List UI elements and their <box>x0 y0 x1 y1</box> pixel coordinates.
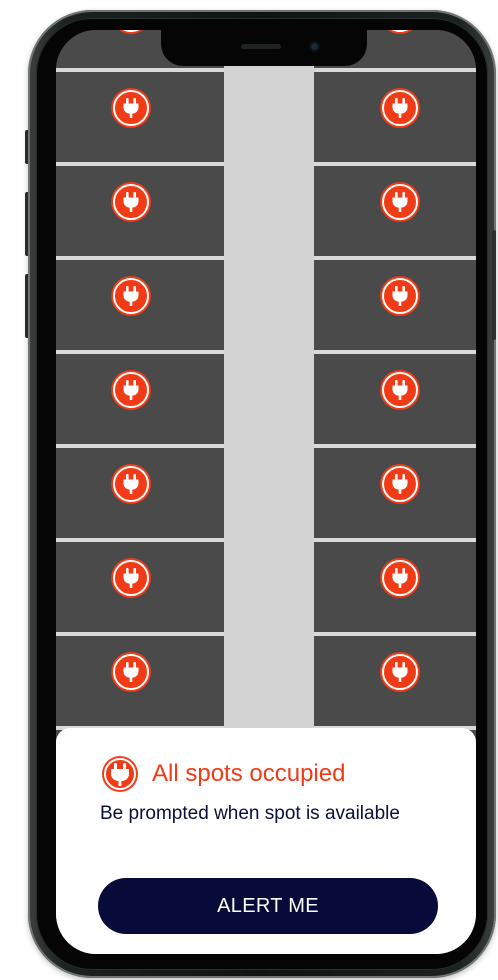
front-camera <box>309 41 320 52</box>
app-screen: All spots occupied Be prompted when spot… <box>56 30 476 954</box>
parking-lane-line <box>56 444 224 448</box>
ev-plug-icon[interactable] <box>382 466 418 502</box>
parking-lane-line <box>56 632 224 636</box>
parking-lane-line <box>314 256 476 260</box>
ev-plug-icon[interactable] <box>113 90 149 126</box>
ev-plug-icon[interactable] <box>382 30 418 32</box>
ev-plug-icon[interactable] <box>113 654 149 690</box>
alert-me-button[interactable]: ALERT ME <box>98 878 438 934</box>
parking-lane-line <box>56 256 224 260</box>
ev-plug-icon[interactable] <box>382 560 418 596</box>
ev-plug-icon <box>100 754 140 794</box>
bottom-sheet: All spots occupied Be prompted when spot… <box>56 728 476 954</box>
speaker-grille <box>241 44 281 49</box>
ev-plug-icon[interactable] <box>113 278 149 314</box>
device-mockup: All spots occupied Be prompted when spot… <box>0 0 498 980</box>
parking-lane-line <box>56 538 224 542</box>
ev-plug-icon[interactable] <box>382 90 418 126</box>
sheet-header: All spots occupied <box>100 754 345 794</box>
parking-lane-line <box>56 350 224 354</box>
ev-plug-icon[interactable] <box>382 184 418 220</box>
ev-plug-icon[interactable] <box>113 30 149 32</box>
ev-plug-icon[interactable] <box>382 654 418 690</box>
parking-lane-line <box>314 68 476 72</box>
ev-plug-icon[interactable] <box>382 278 418 314</box>
ev-plug-icon[interactable] <box>113 184 149 220</box>
parking-lane-line <box>56 162 224 166</box>
notch <box>161 30 367 66</box>
parking-lane-line <box>314 538 476 542</box>
parking-lane-line <box>314 162 476 166</box>
parking-lane-line <box>314 444 476 448</box>
ev-plug-icon[interactable] <box>382 372 418 408</box>
power-button <box>492 230 496 340</box>
sheet-title: All spots occupied <box>152 760 346 787</box>
parking-lane-line <box>314 632 476 636</box>
ev-plug-icon[interactable] <box>113 372 149 408</box>
ev-plug-icon[interactable] <box>113 560 149 596</box>
sheet-subtitle: Be prompted when spot is available <box>100 803 400 824</box>
ev-plug-icon[interactable] <box>113 466 149 502</box>
parking-lane-line <box>314 350 476 354</box>
parking-lane-line <box>56 68 224 72</box>
